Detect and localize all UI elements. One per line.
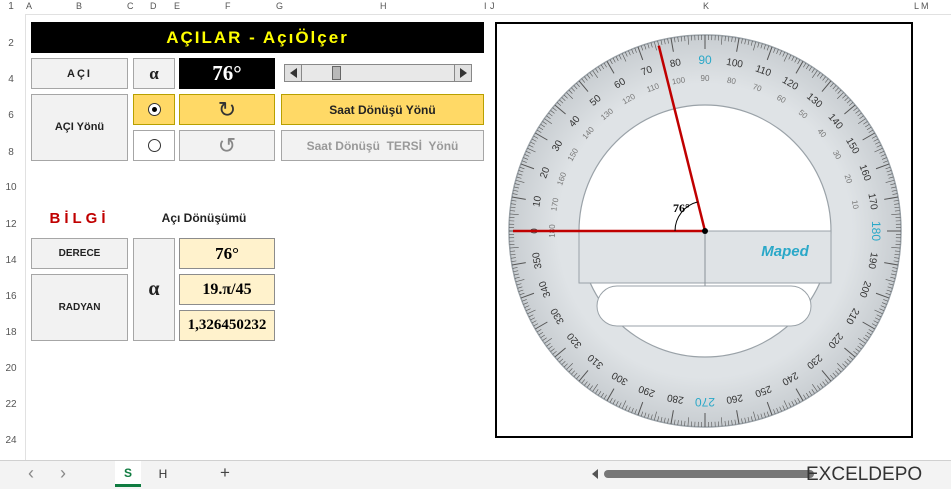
col-m[interactable]: M [921,1,929,11]
col-c[interactable]: C [127,1,134,11]
sheet-tab-s[interactable]: S [115,461,141,487]
slider-left-arrow[interactable] [285,65,302,81]
left-triangle-icon [290,68,297,78]
slider-right-arrow[interactable] [454,65,471,81]
col-f[interactable]: F [225,1,231,11]
aci-label: AÇI [31,58,128,89]
aci-donusumu-heading: Açı Dönüşümü [133,206,275,230]
maped-logo: Maped [761,243,809,260]
sheet-tab-h-label: H [159,467,168,481]
horizontal-scrollbar[interactable] [592,469,822,479]
row-12[interactable]: 12 [0,219,22,230]
angle-slider[interactable] [284,64,472,82]
protractor-panel: 0102030405060708090100110120130140150160… [495,22,913,438]
clockwise-radio-cell[interactable] [133,94,175,125]
protractor-graphic: 0102030405060708090100110120130140150160… [497,24,911,436]
angle-display-text: 76° [212,61,241,86]
column-header: A B C D E F G H I J K L M [0,0,951,15]
page-title: AÇILAR - AçıÖlçer [31,22,484,53]
sheet-tab-h[interactable]: H [150,461,176,487]
clockwise-radio[interactable] [148,103,161,116]
rotate-cw-glyph: ↻ [218,97,236,123]
next-sheet-button[interactable]: › [60,463,66,484]
row-4[interactable]: 4 [0,74,22,85]
radyan-value: 1,326450232 [179,310,275,341]
col-j[interactable]: J [490,1,495,11]
alpha-text: α [149,64,159,84]
protractor-inner-label: 90 [701,74,710,83]
bilgi-text: BİLGİ [50,210,110,227]
aci-label-text: AÇI [67,68,92,80]
prev-sheet-button[interactable]: ‹ [28,463,34,484]
counter-radio-cell[interactable] [133,130,175,161]
clockwise-button-label: Saat Dönüşü Yönü [329,103,435,117]
col-a[interactable]: A [26,1,32,11]
row-16[interactable]: 16 [0,291,22,302]
derece-label-text: DERECE [59,248,101,259]
row-1[interactable]: 1 [0,1,22,12]
aci-donusumu-text: Açı Dönüşümü [162,211,247,225]
angle-display: 76° [179,58,275,89]
scroll-thumb[interactable] [604,470,814,478]
row-20[interactable]: 20 [0,363,22,374]
radyan-pi-value: 19.π/45 [179,274,275,305]
rotate-ccw-icon[interactable]: ↺ [179,130,275,161]
page-title-text: AÇILAR - AçıÖlçer [166,28,349,48]
col-l[interactable]: L [914,1,919,11]
row-2[interactable]: 2 [0,38,22,49]
aci-yonu-label: AÇI Yönü [31,94,128,161]
aci-yonu-text: AÇI Yönü [55,119,104,136]
protractor-outer-label: 270 [695,395,715,409]
angle-label: 76° [673,201,690,215]
col-i[interactable]: I [484,1,487,11]
counter-button[interactable]: Saat Dönüşü TERSİ Yönü [281,130,484,161]
sheet-tab-bar: ‹ › S H + EXCELDEPO [0,460,951,489]
rotate-cw-icon[interactable]: ↻ [179,94,275,125]
counter-button-label: Saat Dönüşü TERSİ Yönü [307,139,459,153]
row-header: 1 2 4 6 8 10 12 14 16 18 20 22 24 [0,14,26,460]
radio-dot [152,107,157,112]
sheet-tab-s-label: S [124,466,132,480]
derece-value-text: 76° [215,244,239,264]
col-g[interactable]: G [276,1,283,11]
rotate-ccw-glyph: ↺ [218,133,236,159]
row-24[interactable]: 24 [0,435,22,446]
col-d[interactable]: D [150,1,157,11]
add-sheet-button[interactable]: + [220,463,230,483]
exceldepo-logo: EXCELDEPO [806,464,922,486]
scroll-left-icon[interactable] [592,469,598,479]
row-22[interactable]: 22 [0,399,22,410]
col-h[interactable]: H [380,1,387,11]
col-b[interactable]: B [76,1,82,11]
alpha-symbol: α [133,58,175,89]
radyan-pi-text: 19.π/45 [202,281,251,299]
row-10[interactable]: 10 [0,182,22,193]
center-point [702,228,708,234]
radyan-label-text: RADYAN [59,302,101,313]
logo-text: EXCELDEPO [806,464,922,485]
slider-thumb[interactable] [332,66,341,80]
counter-radio[interactable] [148,139,161,152]
col-k[interactable]: K [703,1,709,11]
protractor-slot [597,286,811,326]
alpha-symbol-2: α [133,238,175,341]
row-14[interactable]: 14 [0,255,22,266]
row-8[interactable]: 8 [0,147,22,158]
clockwise-button[interactable]: Saat Dönüşü Yönü [281,94,484,125]
radyan-value-text: 1,326450232 [188,317,267,334]
row-6[interactable]: 6 [0,110,22,121]
alpha-text-2: α [148,278,159,301]
protractor-outer-label: 180 [869,221,883,241]
right-triangle-icon [460,68,467,78]
col-e[interactable]: E [174,1,180,11]
derece-label: DERECE [31,238,128,269]
bilgi-heading: BİLGİ [31,206,128,230]
row-18[interactable]: 18 [0,327,22,338]
radyan-label: RADYAN [31,274,128,341]
protractor-outer-label: 90 [698,53,712,67]
derece-value: 76° [179,238,275,269]
